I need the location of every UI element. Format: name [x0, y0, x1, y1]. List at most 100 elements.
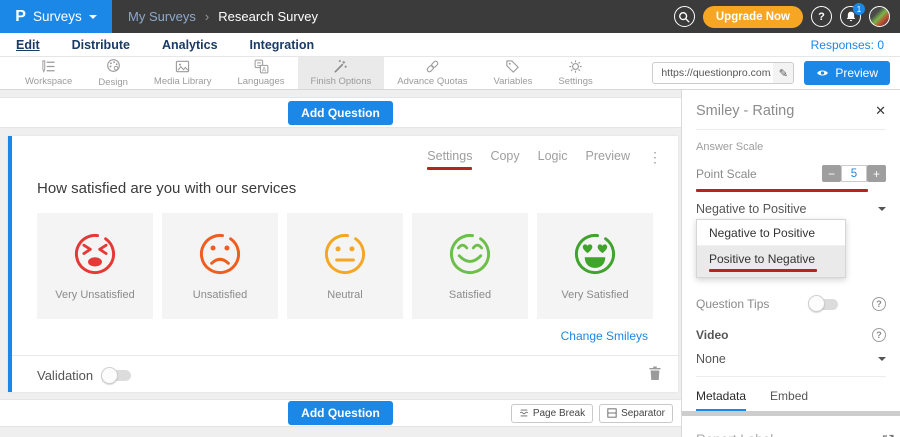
question-tips-row: Question Tips ?: [696, 297, 886, 311]
very-satisfied-smiley-icon: [569, 228, 621, 280]
unsatisfied-smiley-icon: [194, 228, 246, 280]
smiley-very-satisfied[interactable]: Very Satisfied: [537, 213, 653, 319]
scale-direction-select[interactable]: Negative to Positive: [696, 202, 886, 216]
question-tips-toggle[interactable]: [810, 299, 838, 310]
point-scale-value[interactable]: 5: [841, 165, 867, 182]
page-break-button[interactable]: Page Break: [511, 404, 593, 423]
smiley-satisfied[interactable]: Satisfied: [412, 213, 528, 319]
smiley-very-unsatisfied[interactable]: Very Unsatisfied: [37, 213, 153, 319]
tool-languages[interactable]: A Languages: [224, 57, 297, 89]
option-annotation-underline: [709, 269, 817, 272]
option-negative-to-positive[interactable]: Negative to Positive: [697, 220, 845, 246]
video-row: Video ?: [696, 328, 886, 342]
chain-link-icon: [425, 59, 440, 74]
question-tips-label: Question Tips: [696, 297, 769, 311]
panel-divider: [696, 376, 886, 377]
avatar[interactable]: [869, 6, 890, 27]
page-break-icon: [519, 408, 529, 418]
question-tab-copy[interactable]: Copy: [490, 149, 519, 163]
smiley-unsatisfied[interactable]: Unsatisfied: [162, 213, 278, 319]
tool-variables[interactable]: Variables: [481, 57, 546, 89]
tab-analytics[interactable]: Analytics: [162, 38, 218, 52]
question-card: Settings Copy Logic Preview ⋮ How satisf…: [8, 136, 678, 392]
eye-icon: [816, 68, 829, 78]
point-scale-label: Point Scale: [696, 167, 757, 181]
smiley-neutral[interactable]: Neutral: [287, 213, 403, 319]
breadcrumb-separator-icon: ›: [205, 9, 209, 24]
point-scale-stepper: − 5 +: [822, 165, 886, 182]
surveys-app-menu[interactable]: P Surveys: [0, 0, 112, 33]
tab-integration[interactable]: Integration: [250, 38, 315, 52]
tab-distribute[interactable]: Distribute: [72, 38, 130, 52]
question-tips-help-icon[interactable]: ?: [872, 297, 886, 311]
tool-media-library[interactable]: Media Library: [141, 57, 225, 89]
editor-toolbar: Workspace Design Media Library A Languag…: [0, 57, 900, 90]
settings-annotation-underline: [427, 167, 472, 170]
option-positive-to-negative[interactable]: Positive to Negative: [697, 246, 845, 277]
decrease-scale-button[interactable]: −: [822, 165, 841, 182]
change-smileys-link[interactable]: Change Smileys: [12, 329, 648, 343]
edit-url-icon[interactable]: ✎: [773, 63, 793, 83]
insert-controls: Page Break Separator: [511, 404, 673, 423]
help-button[interactable]: ?: [811, 6, 832, 27]
question-tab-logic[interactable]: Logic: [538, 149, 568, 163]
survey-editor-area: Add Question Settings Copy Logic Preview…: [0, 90, 681, 437]
tool-settings[interactable]: Settings: [545, 57, 605, 89]
tool-advance-quotas[interactable]: Advance Quotas: [384, 57, 480, 89]
satisfied-smiley-icon: [444, 228, 496, 280]
validation-label: Validation: [37, 368, 93, 383]
scale-direction-dropdown: Negative to Positive Positive to Negativ…: [696, 219, 846, 278]
panel-scroll-divider: [682, 411, 900, 416]
add-question-button-top[interactable]: Add Question: [288, 101, 393, 125]
help-icon: ?: [818, 11, 825, 23]
panel-tabs: Metadata Embed: [696, 389, 886, 411]
chevron-down-icon: [878, 207, 886, 211]
tab-edit[interactable]: Edit: [16, 38, 40, 52]
tab-embed[interactable]: Embed: [770, 389, 808, 411]
responses-count[interactable]: Responses: 0: [811, 38, 884, 52]
panel-title: Smiley - Rating: [696, 103, 794, 119]
video-select[interactable]: None: [696, 352, 886, 366]
separator-icon: [607, 408, 617, 418]
search-button[interactable]: [674, 6, 695, 27]
close-panel-icon[interactable]: ✕: [875, 103, 886, 119]
report-label-input[interactable]: [696, 430, 873, 437]
survey-url-input[interactable]: [653, 67, 773, 79]
point-scale-row: Point Scale − 5 +: [696, 165, 886, 182]
breadcrumb-my-surveys[interactable]: My Surveys: [128, 9, 196, 24]
tool-design[interactable]: Design: [85, 57, 141, 89]
increase-scale-button[interactable]: +: [867, 165, 886, 182]
separator-button[interactable]: Separator: [599, 404, 673, 423]
breadcrumb-current-survey: Research Survey: [218, 9, 318, 24]
validation-toggle[interactable]: [103, 370, 131, 381]
expand-report-label-button[interactable]: [881, 433, 895, 437]
question-more-menu-icon[interactable]: ⋮: [648, 150, 662, 164]
top-actions: Upgrade Now ? 1: [674, 6, 890, 28]
delete-question-button[interactable]: [648, 365, 662, 386]
search-icon: [678, 11, 690, 23]
add-question-bar-bottom: Add Question Page Break Separator: [0, 399, 681, 427]
question-tab-settings[interactable]: Settings: [427, 149, 472, 163]
tag-icon: [505, 59, 520, 74]
upgrade-now-button[interactable]: Upgrade Now: [703, 6, 803, 28]
toolbar-tools: Workspace Design Media Library A Languag…: [12, 57, 606, 89]
toolbar-right: ✎ Preview: [652, 57, 900, 89]
question-title[interactable]: How satisfied are you with our services: [37, 180, 678, 197]
add-question-button-bottom[interactable]: Add Question: [288, 401, 393, 425]
workspace-icon: [41, 59, 56, 74]
palette-icon: [106, 58, 121, 73]
tab-metadata[interactable]: Metadata: [696, 389, 746, 411]
breadcrumb: My Surveys › Research Survey: [128, 9, 318, 24]
tool-workspace[interactable]: Workspace: [12, 57, 85, 89]
smiley-options: Very Unsatisfied Unsatisfied: [37, 213, 653, 319]
survey-subnav: Edit Distribute Analytics Integration Re…: [0, 33, 900, 57]
neutral-smiley-icon: [319, 228, 371, 280]
notifications-button[interactable]: 1: [840, 6, 861, 27]
answer-scale-label: Answer Scale: [696, 141, 886, 153]
preview-button[interactable]: Preview: [804, 61, 890, 85]
tool-finish-options[interactable]: Finish Options: [298, 57, 385, 89]
translate-icon: A: [254, 59, 269, 74]
question-tab-preview[interactable]: Preview: [586, 149, 630, 163]
video-help-icon[interactable]: ?: [872, 328, 886, 342]
external-link-icon: [881, 433, 895, 437]
